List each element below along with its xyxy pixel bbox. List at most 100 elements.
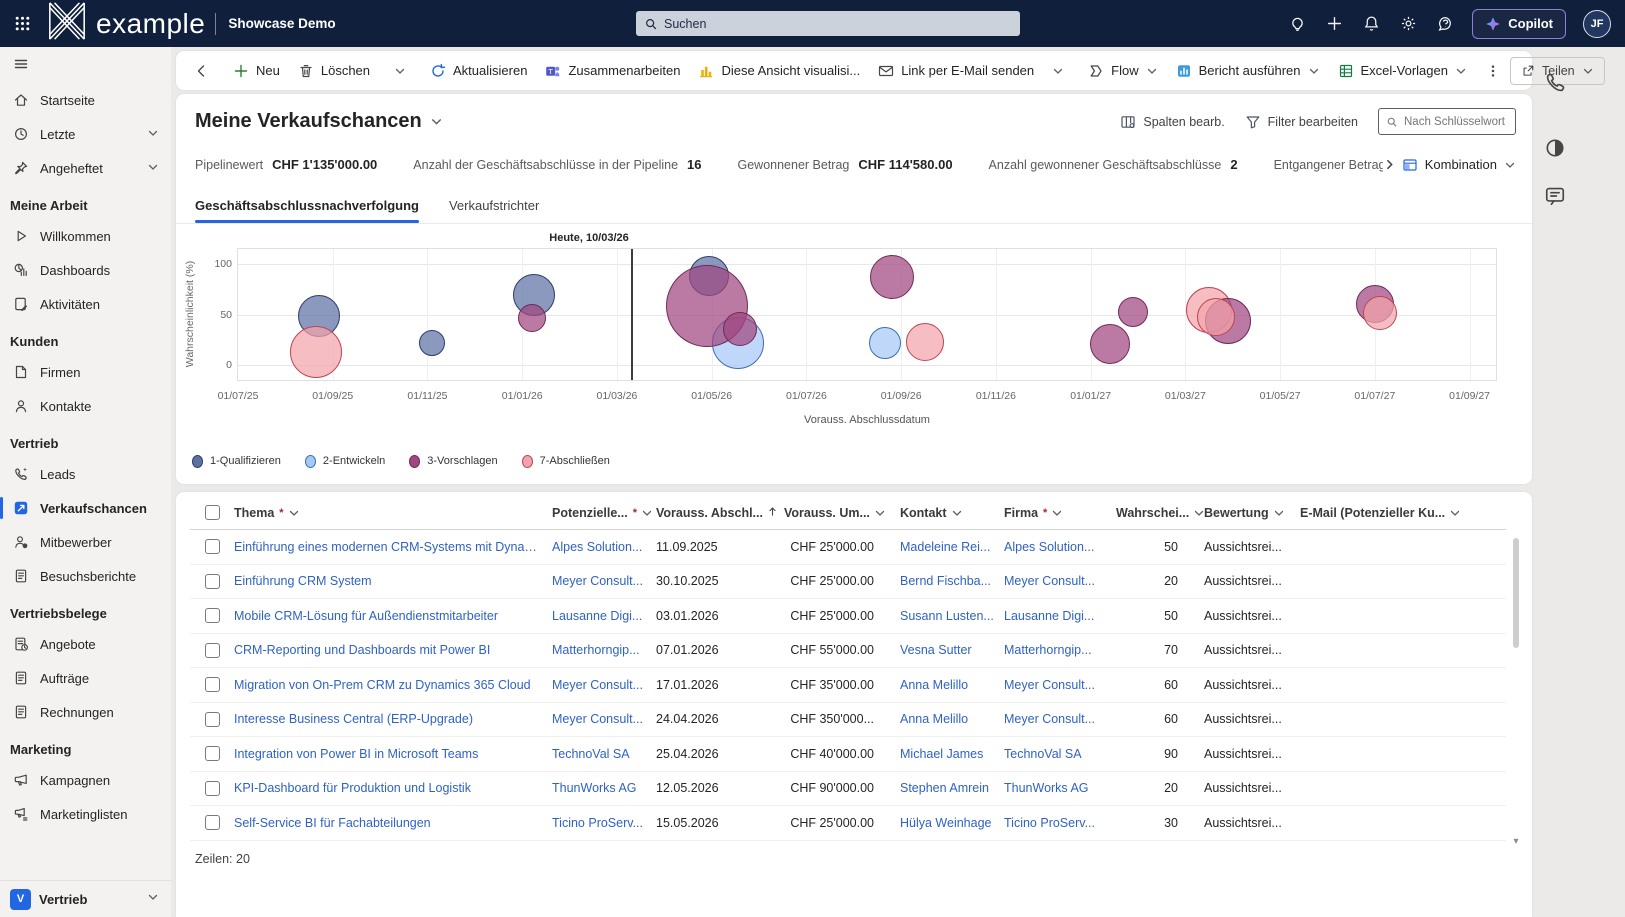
column-header-8[interactable]: E-Mail (Potenzieller Ku... bbox=[1300, 506, 1506, 520]
bell-icon[interactable] bbox=[1361, 14, 1381, 34]
tab-gesch-ftsabschlussnachverfolgung[interactable]: Geschäftsabschlussnachverfolgung bbox=[195, 198, 419, 223]
cell-firma[interactable]: Meyer Consult... bbox=[1004, 712, 1116, 726]
cell-kontakt[interactable]: Vesna Sutter bbox=[900, 643, 1004, 657]
refresh-button[interactable]: Aktualisieren bbox=[421, 57, 536, 85]
sidebar-item-mitbewerber[interactable]: Mitbewerber bbox=[0, 525, 171, 559]
cell-kontakt[interactable]: Michael James bbox=[900, 747, 1004, 761]
cell-thema[interactable]: Integration von Power BI in Microsoft Te… bbox=[234, 747, 552, 761]
cell-kontakt[interactable]: Bernd Fischba... bbox=[900, 574, 1004, 588]
cell-potenzielle-[interactable]: Meyer Consult... bbox=[552, 712, 656, 726]
table-row[interactable]: Einführung CRM System Meyer Consult... 30.… bbox=[190, 565, 1506, 599]
legend-item-7-abschlie-en[interactable]: 7-Abschließen bbox=[521, 454, 610, 468]
tab-verkaufstrichter[interactable]: Verkaufstrichter bbox=[449, 198, 539, 223]
back-button[interactable] bbox=[184, 57, 218, 85]
cell-kontakt[interactable]: Susann Lusten... bbox=[900, 609, 1004, 623]
row-checkbox[interactable] bbox=[204, 746, 220, 762]
chart-bubble[interactable] bbox=[905, 322, 944, 361]
row-checkbox[interactable] bbox=[204, 677, 220, 693]
delete-button[interactable]: Löschen bbox=[289, 57, 379, 85]
row-checkbox[interactable] bbox=[204, 642, 220, 658]
cell-firma[interactable]: Lausanne Digi... bbox=[1004, 609, 1116, 623]
sidebar-item-angebote[interactable]: Angebote bbox=[0, 627, 171, 661]
sidebar-item-kampagnen[interactable]: Kampagnen bbox=[0, 763, 171, 797]
flow-button[interactable]: Flow bbox=[1079, 57, 1166, 85]
cell-thema[interactable]: Mobile CRM-Lösung für Außendienstmitarbe… bbox=[234, 609, 552, 623]
sidebar-item-aktivit-ten[interactable]: Aktivitäten bbox=[0, 287, 171, 321]
sidebar-item-verkaufschancen[interactable]: Verkaufschancen bbox=[0, 491, 171, 525]
chat-square-rail-button[interactable] bbox=[1544, 185, 1566, 207]
cell-kontakt[interactable]: Anna Melillo bbox=[900, 712, 1004, 726]
cell-potenzielle-[interactable]: Meyer Consult... bbox=[552, 678, 656, 692]
chart-bubble[interactable] bbox=[1118, 297, 1149, 328]
table-row[interactable]: Migration von On-Prem CRM zu Dynamics 36… bbox=[190, 668, 1506, 703]
chart-bubble[interactable] bbox=[868, 326, 901, 359]
table-row[interactable]: Interesse Business Central (ERP-Upgrade)… bbox=[190, 703, 1506, 737]
new-button[interactable]: Neu bbox=[224, 57, 289, 85]
column-header-3[interactable]: Vorauss. Um... bbox=[784, 506, 900, 520]
cell-thema[interactable]: Einführung eines modernen CRM-Systems mi… bbox=[234, 540, 552, 554]
row-checkbox[interactable] bbox=[204, 711, 220, 727]
email-link-button[interactable]: Link per E-Mail senden bbox=[869, 57, 1043, 85]
column-header-4[interactable]: Kontakt bbox=[900, 506, 1004, 520]
lightbulb-icon[interactable] bbox=[1287, 14, 1307, 34]
cell-firma[interactable]: Meyer Consult... bbox=[1004, 678, 1116, 692]
sidebar-item-besuchsberichte[interactable]: Besuchsberichte bbox=[0, 559, 171, 593]
table-row[interactable]: Integration von Power BI in Microsoft Te… bbox=[190, 737, 1506, 772]
chart-bubble[interactable] bbox=[869, 255, 914, 300]
view-selector[interactable]: Meine Verkaufschancen bbox=[195, 110, 443, 133]
row-checkbox[interactable] bbox=[204, 815, 220, 831]
plus-icon[interactable] bbox=[1324, 14, 1344, 34]
sidebar-item-firmen[interactable]: Firmen bbox=[0, 355, 171, 389]
table-row[interactable]: Self-Service BI für Fachabteilungen Ticin… bbox=[190, 806, 1506, 841]
edit-filters-button[interactable]: Filter bearbeiten bbox=[1245, 114, 1358, 130]
sidebar-item-angeheftet[interactable]: Angeheftet bbox=[0, 151, 171, 185]
chart-bubble[interactable] bbox=[1197, 297, 1236, 336]
row-checkbox[interactable] bbox=[204, 608, 220, 624]
table-row[interactable]: Mobile CRM-Lösung für Außendienstmitarbe… bbox=[190, 599, 1506, 634]
sidebar-collapse-hamburger-icon[interactable] bbox=[0, 47, 171, 81]
sidebar-item-auftr-ge[interactable]: Aufträge bbox=[0, 661, 171, 695]
scrollbar-down-arrow-icon[interactable]: ▾ bbox=[1510, 836, 1522, 847]
cell-kontakt[interactable]: Madeleine Rei... bbox=[900, 540, 1004, 554]
cell-thema[interactable]: Interesse Business Central (ERP-Upgrade) bbox=[234, 712, 552, 726]
sidebar-item-kontakte[interactable]: Kontakte bbox=[0, 389, 171, 423]
phone-rail-button[interactable] bbox=[1544, 71, 1566, 93]
more-commands-button[interactable] bbox=[1476, 57, 1510, 85]
cell-potenzielle-[interactable]: Matterhorngip... bbox=[552, 643, 656, 657]
legend-item-3-vorschlagen[interactable]: 3-Vorschlagen bbox=[409, 454, 498, 468]
sidebar-item-leads[interactable]: Leads bbox=[0, 457, 171, 491]
metrics-expand-chevron-right-icon[interactable] bbox=[1383, 158, 1396, 171]
row-checkbox[interactable] bbox=[204, 539, 220, 555]
column-header-0[interactable]: Thema * bbox=[234, 506, 552, 520]
cell-kontakt[interactable]: Hülya Weinhage bbox=[900, 816, 1004, 830]
cell-potenzielle-[interactable]: TechnoVal SA bbox=[552, 747, 656, 761]
cell-thema[interactable]: CRM-Reporting und Dashboards mit Power B… bbox=[234, 643, 552, 657]
cell-thema[interactable]: Einführung CRM System bbox=[234, 574, 552, 588]
legend-item-1-qualifizieren[interactable]: 1-Qualifizieren bbox=[192, 454, 281, 468]
global-search-input[interactable]: Suchen bbox=[636, 11, 1020, 36]
delete-overflow-chevron[interactable] bbox=[385, 57, 415, 85]
cell-potenzielle-[interactable]: Alpes Solution... bbox=[552, 540, 656, 554]
column-header-2[interactable]: Vorauss. Abschl... bbox=[656, 506, 784, 520]
copilot-button[interactable]: Copilot bbox=[1472, 8, 1566, 39]
cell-thema[interactable]: Migration von On-Prem CRM zu Dynamics 36… bbox=[234, 678, 552, 692]
table-scrollbar[interactable]: ▾ bbox=[1510, 536, 1522, 847]
edit-columns-button[interactable]: Spalten bearb. bbox=[1120, 114, 1225, 130]
cell-potenzielle-[interactable]: Ticino ProServ... bbox=[552, 816, 656, 830]
chart-bubble[interactable] bbox=[1089, 323, 1130, 364]
chart-bubble[interactable] bbox=[1362, 296, 1397, 331]
visualize-view-button[interactable]: Diese Ansicht visualisi... bbox=[689, 57, 869, 85]
cell-kontakt[interactable]: Anna Melillo bbox=[900, 678, 1004, 692]
table-row[interactable]: Einführung eines modernen CRM-Systems mi… bbox=[190, 530, 1506, 565]
collaborate-button[interactable]: T Zusammenarbeiten bbox=[536, 57, 689, 85]
cell-firma[interactable]: Alpes Solution... bbox=[1004, 540, 1116, 554]
cell-firma[interactable]: Meyer Consult... bbox=[1004, 574, 1116, 588]
row-checkbox[interactable] bbox=[204, 780, 220, 796]
cell-potenzielle-[interactable]: ThunWorks AG bbox=[552, 781, 656, 795]
column-header-7[interactable]: Bewertung bbox=[1204, 506, 1300, 520]
cell-thema[interactable]: KPI-Dashboard für Produktion und Logisti… bbox=[234, 781, 552, 795]
table-row[interactable]: KPI-Dashboard für Produktion und Logisti… bbox=[190, 772, 1506, 806]
row-checkbox[interactable] bbox=[204, 573, 220, 589]
chart-bubble[interactable] bbox=[517, 303, 546, 332]
legend-item-2-entwickeln[interactable]: 2-Entwickeln bbox=[304, 454, 385, 468]
